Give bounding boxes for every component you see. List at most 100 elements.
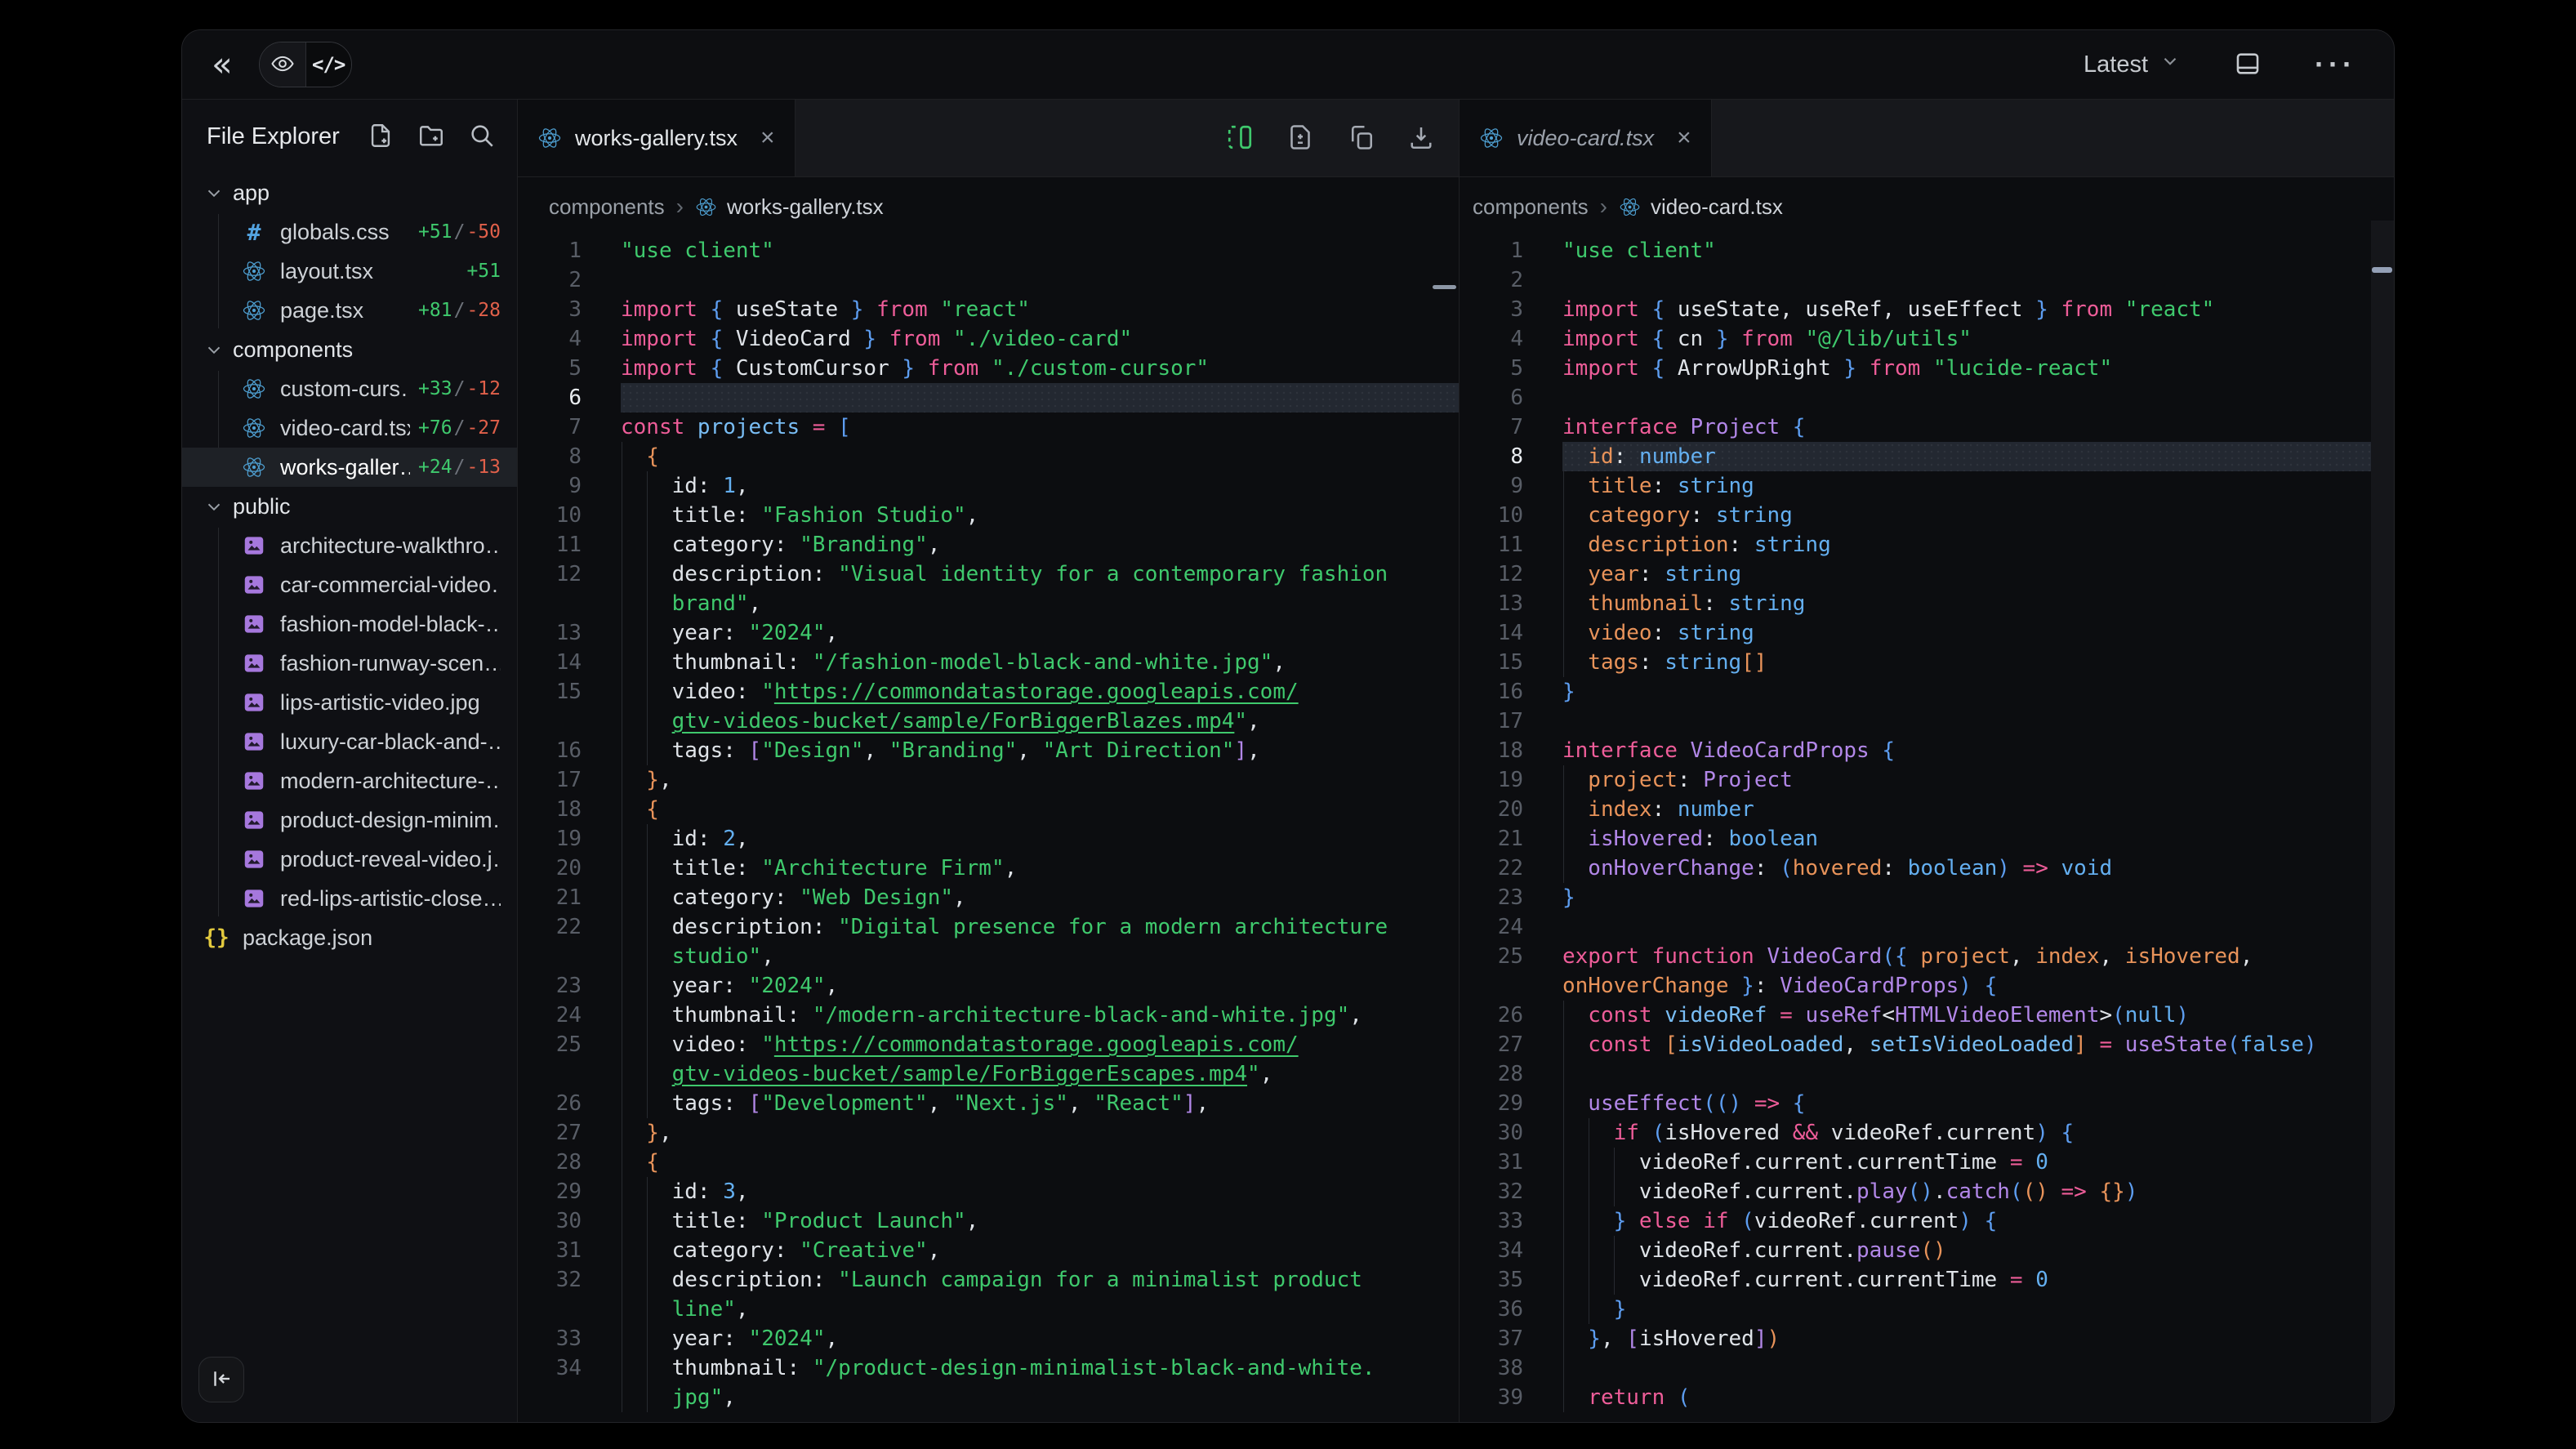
code-line[interactable]: 9 id: 1, (518, 471, 1459, 501)
tree-item-red-lips-artistic-close[interactable]: red-lips-artistic-close… (182, 879, 517, 918)
tree-item-custom-curs[interactable]: custom-curs…+33/-12 (182, 369, 517, 408)
code-line[interactable]: 6 (1460, 383, 2394, 412)
code-line[interactable]: 16 tags: ["Design", "Branding", "Art Dir… (518, 736, 1459, 765)
code-editor-video-card[interactable]: 1"use client"23import { useState, useRef… (1460, 236, 2394, 1412)
code-line[interactable]: 16} (1460, 677, 2394, 707)
code-line[interactable]: 17 (1460, 707, 2394, 736)
code-line[interactable]: 12 description: "Visual identity for a c… (518, 560, 1459, 589)
code-line[interactable]: 11 description: string (1460, 530, 2394, 560)
more-options-button[interactable]: ··· (2310, 64, 2361, 65)
code-line[interactable]: 4import { VideoCard } from "./video-card… (518, 324, 1459, 354)
code-line[interactable]: 32 videoRef.current.play().catch(() => {… (1460, 1177, 2394, 1206)
version-dropdown[interactable]: Latest (2079, 50, 2186, 79)
tree-item-fashion-runway-scen[interactable]: fashion-runway-scen… (182, 644, 517, 683)
preview-toggle-button[interactable] (260, 42, 305, 87)
tree-item-product-reveal-video.j[interactable]: product-reveal-video.j… (182, 840, 517, 879)
code-line[interactable]: 9 title: string (1460, 471, 2394, 501)
code-line[interactable]: 3import { useState } from "react" (518, 295, 1459, 324)
code-line[interactable]: 37 }, [isHovered]) (1460, 1324, 2394, 1353)
code-line[interactable]: 7interface Project { (1460, 412, 2394, 442)
code-line[interactable]: 39 return ( (1460, 1383, 2394, 1412)
code-line[interactable]: 30 if (isHovered && videoRef.current) { (1460, 1118, 2394, 1148)
code-line[interactable]: 32 description: "Launch campaign for a m… (518, 1265, 1459, 1295)
code-line[interactable]: 22 onHoverChange: (hovered: boolean) => … (1460, 854, 2394, 883)
code-line[interactable]: 4import { cn } from "@/lib/utils" (1460, 324, 2394, 354)
copy-button[interactable] (1346, 123, 1375, 154)
code-line[interactable]: 1"use client" (518, 236, 1459, 265)
tree-item-globals.css[interactable]: #globals.css+51/-50 (182, 212, 517, 252)
tab-works-gallery[interactable]: works-gallery.tsx × (518, 100, 796, 176)
code-line[interactable]: 19 project: Project (1460, 765, 2394, 795)
code-line[interactable]: 26 const videoRef = useRef<HTMLVideoElem… (1460, 1001, 2394, 1030)
search-button[interactable] (468, 122, 496, 152)
code-line[interactable]: 28 { (518, 1148, 1459, 1177)
tree-item-works-galler[interactable]: works-galler…+24/-13 (182, 448, 517, 487)
split-diff-button[interactable] (1225, 123, 1255, 154)
code-line[interactable]: 2 (1460, 265, 2394, 295)
code-line[interactable]: 17 }, (518, 765, 1459, 795)
scrollbar-track[interactable] (2371, 221, 2394, 1423)
tree-item-car-commercial-video[interactable]: car-commercial-video… (182, 565, 517, 604)
tree-folder-components[interactable]: components (182, 330, 517, 369)
code-line[interactable]: 6 (518, 383, 1459, 412)
code-line[interactable]: 24 (1460, 912, 2394, 942)
code-line[interactable]: onHoverChange }: VideoCardProps) { (1460, 971, 2394, 1001)
code-line[interactable]: 33 year: "2024", (518, 1324, 1459, 1353)
code-line[interactable]: 36 } (1460, 1295, 2394, 1324)
code-line[interactable]: 23 year: "2024", (518, 971, 1459, 1001)
code-line[interactable]: 29 useEffect(() => { (1460, 1089, 2394, 1118)
layout-panel-button[interactable] (2228, 49, 2267, 81)
code-line[interactable]: jpg", (518, 1383, 1459, 1412)
code-line[interactable]: 10 category: string (1460, 501, 2394, 530)
new-folder-button[interactable] (417, 122, 445, 152)
code-line[interactable]: 24 thumbnail: "/modern-architecture-blac… (518, 1001, 1459, 1030)
right-breadcrumb[interactable]: components › video-card.tsx (1460, 177, 2394, 236)
tree-item-luxury-car-black-and-[interactable]: luxury-car-black-and-… (182, 722, 517, 761)
code-line[interactable]: 20 title: "Architecture Firm", (518, 854, 1459, 883)
new-file-button[interactable] (367, 122, 394, 152)
collapse-panel-button[interactable]: « (207, 47, 238, 82)
code-line[interactable]: 31 category: "Creative", (518, 1236, 1459, 1265)
code-line[interactable]: 8 { (518, 442, 1459, 471)
code-line[interactable]: 5import { ArrowUpRight } from "lucide-re… (1460, 354, 2394, 383)
code-line[interactable]: 1"use client" (1460, 236, 2394, 265)
code-line[interactable]: gtv-videos-bucket/sample/ForBiggerEscape… (518, 1059, 1459, 1089)
code-line[interactable]: 10 title: "Fashion Studio", (518, 501, 1459, 530)
code-line[interactable]: 21 category: "Web Design", (518, 883, 1459, 912)
code-line[interactable]: 2 (518, 265, 1459, 295)
code-line[interactable]: 14 video: string (1460, 618, 2394, 648)
code-line[interactable]: 35 videoRef.current.currentTime = 0 (1460, 1265, 2394, 1295)
tree-folder-app[interactable]: app (182, 173, 517, 212)
code-line[interactable]: 8 id: number (1460, 442, 2394, 471)
code-line[interactable]: 27 }, (518, 1118, 1459, 1148)
left-breadcrumb[interactable]: components › works-gallery.tsx (518, 177, 1459, 236)
code-line[interactable]: 26 tags: ["Development", "Next.js", "Rea… (518, 1089, 1459, 1118)
scrollbar-thumb[interactable] (2372, 267, 2392, 273)
code-line[interactable]: gtv-videos-bucket/sample/ForBiggerBlazes… (518, 707, 1459, 736)
code-line[interactable]: 14 thumbnail: "/fashion-model-black-and-… (518, 648, 1459, 677)
tree-item-fashion-model-black-[interactable]: fashion-model-black-… (182, 604, 517, 644)
code-line[interactable]: 29 id: 3, (518, 1177, 1459, 1206)
code-line[interactable]: 15 video: "https://commondatastorage.goo… (518, 677, 1459, 707)
code-line[interactable]: 20 index: number (1460, 795, 2394, 824)
tree-item-page.tsx[interactable]: page.tsx+81/-28 (182, 291, 517, 330)
file-diff-button[interactable] (1286, 123, 1315, 154)
code-line[interactable]: brand", (518, 589, 1459, 618)
code-line[interactable]: 18 { (518, 795, 1459, 824)
tree-item-video-card.tsx[interactable]: video-card.tsx+76/-27 (182, 408, 517, 448)
code-line[interactable]: 27 const [isVideoLoaded, setIsVideoLoade… (1460, 1030, 2394, 1059)
code-line[interactable]: 12 year: string (1460, 560, 2394, 589)
code-line[interactable]: 33 } else if (videoRef.current) { (1460, 1206, 2394, 1236)
tree-item-product-design-minim[interactable]: product-design-minim… (182, 800, 517, 840)
close-tab-button[interactable]: × (760, 126, 775, 150)
code-line[interactable]: 34 thumbnail: "/product-design-minimalis… (518, 1353, 1459, 1383)
code-line[interactable]: 25 video: "https://commondatastorage.goo… (518, 1030, 1459, 1059)
code-editor-works-gallery[interactable]: 1"use client"23import { useState } from … (518, 236, 1459, 1412)
code-line[interactable]: 18interface VideoCardProps { (1460, 736, 2394, 765)
tree-folder-public[interactable]: public (182, 487, 517, 526)
code-line[interactable]: 25export function VideoCard({ project, i… (1460, 942, 2394, 971)
tree-item-package.json[interactable]: {}package.json (182, 918, 517, 957)
code-line[interactable]: 7const projects = [ (518, 412, 1459, 442)
code-line[interactable]: studio", (518, 942, 1459, 971)
tree-item-lips-artistic-video.jpg[interactable]: lips-artistic-video.jpg (182, 683, 517, 722)
